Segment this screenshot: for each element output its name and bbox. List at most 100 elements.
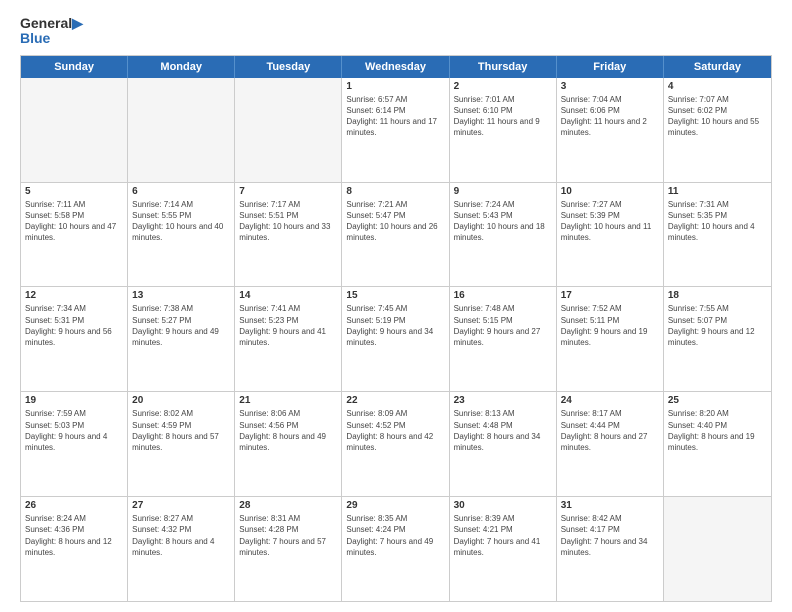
logo-wordmark: General▶ Blue	[20, 16, 83, 47]
day-header-saturday: Saturday	[664, 56, 771, 78]
cal-cell: 21Sunrise: 8:06 AMSunset: 4:56 PMDayligh…	[235, 392, 342, 496]
cal-cell: 10 Sunrise: 7:27 AMSunset: 5:39 PMDayligh…	[557, 183, 664, 287]
cell-date: 28	[239, 500, 337, 511]
cal-row-0: 1 Sunrise: 6:57 AMSunset: 6:14 PMDaylight…	[21, 78, 771, 182]
cal-cell: 23Sunrise: 8:13 AMSunset: 4:48 PMDayligh…	[450, 392, 557, 496]
cal-row-4: 26 Sunrise: 8:24 AMSunset: 4:36 PMDayligh…	[21, 496, 771, 601]
cal-row-2: 12 Sunrise: 7:34 AMSunset: 5:31 PMDayligh…	[21, 286, 771, 391]
cell-date: 7	[239, 186, 337, 197]
cell-info: Sunrise: 8:06 AMSunset: 4:56 PMDaylight:…	[239, 408, 337, 453]
cal-cell: 27Sunrise: 8:27 AMSunset: 4:32 PMDayligh…	[128, 497, 235, 601]
cal-cell: 18Sunrise: 7:55 AMSunset: 5:07 PMDayligh…	[664, 287, 771, 391]
cal-cell: 24Sunrise: 8:17 AMSunset: 4:44 PMDayligh…	[557, 392, 664, 496]
cell-date: 26	[25, 500, 123, 511]
cell-info: Sunrise: 7:24 AMSunset: 5:43 PMDaylight:…	[454, 199, 552, 244]
cal-cell	[128, 78, 235, 182]
cal-cell: 22Sunrise: 8:09 AMSunset: 4:52 PMDayligh…	[342, 392, 449, 496]
day-header-wednesday: Wednesday	[342, 56, 449, 78]
day-header-tuesday: Tuesday	[235, 56, 342, 78]
cell-info: Sunrise: 7:31 AMSunset: 5:35 PMDaylight:…	[668, 199, 767, 244]
cal-cell: 7 Sunrise: 7:17 AMSunset: 5:51 PMDaylight…	[235, 183, 342, 287]
cell-date: 29	[346, 500, 444, 511]
cell-date: 2	[454, 81, 552, 92]
cal-cell	[664, 497, 771, 601]
cal-cell: 15Sunrise: 7:45 AMSunset: 5:19 PMDayligh…	[342, 287, 449, 391]
cell-info: Sunrise: 7:04 AMSunset: 6:06 PMDaylight:…	[561, 94, 659, 139]
cell-date: 25	[668, 395, 767, 406]
cell-date: 11	[668, 186, 767, 197]
cell-date: 10	[561, 186, 659, 197]
cal-cell: 14Sunrise: 7:41 AMSunset: 5:23 PMDayligh…	[235, 287, 342, 391]
cal-row-3: 19 Sunrise: 7:59 AMSunset: 5:03 PMDayligh…	[21, 391, 771, 496]
cal-cell: 1 Sunrise: 6:57 AMSunset: 6:14 PMDaylight…	[342, 78, 449, 182]
logo: General▶ Blue	[20, 16, 83, 47]
cal-cell: 26 Sunrise: 8:24 AMSunset: 4:36 PMDayligh…	[21, 497, 128, 601]
cell-info: Sunrise: 8:13 AMSunset: 4:48 PMDaylight:…	[454, 408, 552, 453]
header: General▶ Blue	[20, 16, 772, 47]
cell-info: Sunrise: 7:07 AMSunset: 6:02 PMDaylight:…	[668, 94, 767, 139]
cell-info: Sunrise: 6:57 AMSunset: 6:14 PMDaylight:…	[346, 94, 444, 139]
cell-date: 6	[132, 186, 230, 197]
cal-cell: 30 Sunrise: 8:39 AMSunset: 4:21 PMDayligh…	[450, 497, 557, 601]
cell-info: Sunrise: 7:17 AMSunset: 5:51 PMDaylight:…	[239, 199, 337, 244]
cell-info: Sunrise: 7:38 AMSunset: 5:27 PMDaylight:…	[132, 303, 230, 348]
calendar-body: 1 Sunrise: 6:57 AMSunset: 6:14 PMDaylight…	[21, 78, 771, 601]
cal-row-1: 5 Sunrise: 7:11 AMSunset: 5:58 PMDaylight…	[21, 182, 771, 287]
cell-info: Sunrise: 7:59 AMSunset: 5:03 PMDaylight:…	[25, 408, 123, 453]
cell-date: 4	[668, 81, 767, 92]
cell-info: Sunrise: 7:11 AMSunset: 5:58 PMDaylight:…	[25, 199, 123, 244]
cell-date: 5	[25, 186, 123, 197]
cal-cell: 4 Sunrise: 7:07 AMSunset: 6:02 PMDaylight…	[664, 78, 771, 182]
cell-info: Sunrise: 8:31 AMSunset: 4:28 PMDaylight:…	[239, 513, 337, 558]
cell-info: Sunrise: 8:17 AMSunset: 4:44 PMDaylight:…	[561, 408, 659, 453]
cal-cell: 6 Sunrise: 7:14 AMSunset: 5:55 PMDaylight…	[128, 183, 235, 287]
cell-date: 30	[454, 500, 552, 511]
day-header-friday: Friday	[557, 56, 664, 78]
cell-info: Sunrise: 7:21 AMSunset: 5:47 PMDaylight:…	[346, 199, 444, 244]
cell-date: 19	[25, 395, 123, 406]
cal-cell	[21, 78, 128, 182]
calendar-header: SundayMondayTuesdayWednesdayThursdayFrid…	[21, 56, 771, 78]
cell-date: 14	[239, 290, 337, 301]
cal-cell: 31 Sunrise: 8:42 AMSunset: 4:17 PMDayligh…	[557, 497, 664, 601]
cal-cell: 5 Sunrise: 7:11 AMSunset: 5:58 PMDaylight…	[21, 183, 128, 287]
cal-cell: 20Sunrise: 8:02 AMSunset: 4:59 PMDayligh…	[128, 392, 235, 496]
calendar: SundayMondayTuesdayWednesdayThursdayFrid…	[20, 55, 772, 602]
cell-info: Sunrise: 7:14 AMSunset: 5:55 PMDaylight:…	[132, 199, 230, 244]
cell-date: 31	[561, 500, 659, 511]
cal-cell: 9Sunrise: 7:24 AMSunset: 5:43 PMDaylight…	[450, 183, 557, 287]
cal-cell: 25 Sunrise: 8:20 AMSunset: 4:40 PMDayligh…	[664, 392, 771, 496]
day-header-thursday: Thursday	[450, 56, 557, 78]
cal-cell: 8 Sunrise: 7:21 AMSunset: 5:47 PMDaylight…	[342, 183, 449, 287]
day-header-sunday: Sunday	[21, 56, 128, 78]
page: General▶ Blue SundayMondayTuesdayWednesd…	[0, 0, 792, 612]
cell-date: 16	[454, 290, 552, 301]
cell-info: Sunrise: 7:27 AMSunset: 5:39 PMDaylight:…	[561, 199, 659, 244]
cell-date: 15	[346, 290, 444, 301]
cal-cell: 29 Sunrise: 8:35 AMSunset: 4:24 PMDayligh…	[342, 497, 449, 601]
cal-cell: 28 Sunrise: 8:31 AMSunset: 4:28 PMDayligh…	[235, 497, 342, 601]
cell-date: 13	[132, 290, 230, 301]
cell-date: 12	[25, 290, 123, 301]
cell-info: Sunrise: 8:24 AMSunset: 4:36 PMDaylight:…	[25, 513, 123, 558]
cell-info: Sunrise: 8:42 AMSunset: 4:17 PMDaylight:…	[561, 513, 659, 558]
cell-date: 1	[346, 81, 444, 92]
cal-cell: 17Sunrise: 7:52 AMSunset: 5:11 PMDayligh…	[557, 287, 664, 391]
cal-cell: 11 Sunrise: 7:31 AMSunset: 5:35 PMDayligh…	[664, 183, 771, 287]
cell-date: 8	[346, 186, 444, 197]
cell-info: Sunrise: 7:01 AMSunset: 6:10 PMDaylight:…	[454, 94, 552, 139]
cell-date: 27	[132, 500, 230, 511]
cell-date: 17	[561, 290, 659, 301]
cal-cell: 12 Sunrise: 7:34 AMSunset: 5:31 PMDayligh…	[21, 287, 128, 391]
cell-date: 3	[561, 81, 659, 92]
cell-info: Sunrise: 7:55 AMSunset: 5:07 PMDaylight:…	[668, 303, 767, 348]
cell-info: Sunrise: 8:39 AMSunset: 4:21 PMDaylight:…	[454, 513, 552, 558]
cell-info: Sunrise: 8:20 AMSunset: 4:40 PMDaylight:…	[668, 408, 767, 453]
cal-cell: 16Sunrise: 7:48 AMSunset: 5:15 PMDayligh…	[450, 287, 557, 391]
cell-info: Sunrise: 7:34 AMSunset: 5:31 PMDaylight:…	[25, 303, 123, 348]
cal-cell: 19 Sunrise: 7:59 AMSunset: 5:03 PMDayligh…	[21, 392, 128, 496]
cell-date: 20	[132, 395, 230, 406]
cal-cell: 13 Sunrise: 7:38 AMSunset: 5:27 PMDayligh…	[128, 287, 235, 391]
day-header-monday: Monday	[128, 56, 235, 78]
cell-info: Sunrise: 8:35 AMSunset: 4:24 PMDaylight:…	[346, 513, 444, 558]
